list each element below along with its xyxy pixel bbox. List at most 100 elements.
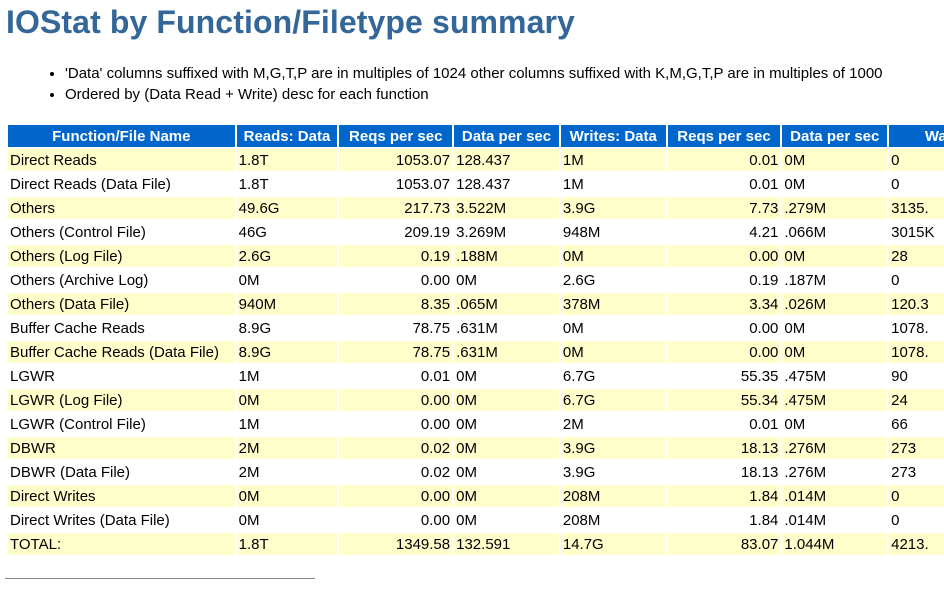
function-name-cell: LGWR (8, 365, 235, 387)
table-cell: 132.591 (454, 533, 559, 555)
table-row: Direct Reads 1.8T 1053.07 128.437 1M 0.01 0M 0 (8, 149, 944, 171)
table-cell: 128.437 (454, 149, 559, 171)
table-cell: 0M (454, 413, 559, 435)
table-cell: 128.437 (454, 173, 559, 195)
table-cell: 3.269M (454, 221, 559, 243)
table-cell: 6.7G (560, 389, 666, 411)
table-cell: .475M (782, 365, 888, 387)
function-name-cell: Others (8, 197, 235, 219)
table-cell: 0M (782, 173, 888, 195)
table-cell: 0.00 (339, 413, 453, 435)
table-cell: 6.7G (560, 365, 666, 387)
table-cell: .187M (782, 269, 888, 291)
table-cell: 24 (889, 389, 944, 411)
note-item: 'Data' columns suffixed with M,G,T,P are… (65, 63, 883, 84)
table-cell: 66 (889, 413, 944, 435)
table-cell: 46G (236, 221, 338, 243)
table-cell: 4.21 (667, 221, 781, 243)
table-cell: 0.02 (339, 437, 453, 459)
function-name-cell: DBWR (8, 437, 235, 459)
table-cell: 209.19 (339, 221, 453, 243)
page-title: IOStat by Function/Filetype summary (6, 4, 575, 40)
table-cell: 18.13 (667, 437, 781, 459)
table-cell: 4213. (889, 533, 944, 555)
table-cell: 55.34 (667, 389, 781, 411)
table-cell: 3.34 (667, 293, 781, 315)
table-cell: 0.01 (667, 413, 781, 435)
table-cell: 0M (236, 389, 338, 411)
table-cell: .066M (782, 221, 888, 243)
table-cell: .014M (782, 509, 888, 531)
table-cell: 0 (889, 149, 944, 171)
table-cell: 1053.07 (339, 149, 453, 171)
table-cell: .188M (454, 245, 559, 267)
table-cell: 3015K (889, 221, 944, 243)
table-cell: 7.73 (667, 197, 781, 219)
table-cell: 28 (889, 245, 944, 267)
table-cell: 18.13 (667, 461, 781, 483)
table-row: Others (Data File) 940M 8.35.065M 378M 3.34.… (8, 293, 944, 315)
function-name-cell: Others (Archive Log) (8, 269, 235, 291)
table-cell: 0M (236, 269, 338, 291)
table-cell: 0.19 (339, 245, 453, 267)
footer-divider (5, 578, 315, 579)
function-name-cell: LGWR (Control File) (8, 413, 235, 435)
notes-list: 'Data' columns suffixed with M,G,T,P are… (0, 63, 883, 105)
table-cell: 0.00 (339, 485, 453, 507)
function-name-cell: Direct Reads (Data File) (8, 173, 235, 195)
table-cell: 3.9G (560, 197, 666, 219)
table-cell: 208M (560, 485, 666, 507)
table-cell: 0 (889, 485, 944, 507)
function-name-cell: Others (Control File) (8, 221, 235, 243)
function-name-cell: Direct Writes (8, 485, 235, 507)
table-cell: 0M (782, 317, 888, 339)
table-row: Buffer Cache Reads (Data File) 8.9G 78.75.… (8, 341, 944, 363)
function-name-cell: Direct Writes (Data File) (8, 509, 235, 531)
table-cell: 55.35 (667, 365, 781, 387)
table-cell: 0.02 (339, 461, 453, 483)
table-cell: 0M (454, 269, 559, 291)
iostat-table-container: Function/File Name Reads: Data Reqs per … (6, 123, 944, 557)
function-name-cell: TOTAL: (8, 533, 235, 555)
table-cell: 208M (560, 509, 666, 531)
table-cell: 0.00 (339, 509, 453, 531)
table-cell: 2M (560, 413, 666, 435)
table-cell: 0M (782, 149, 888, 171)
table-cell: 0.19 (667, 269, 781, 291)
table-cell: .026M (782, 293, 888, 315)
column-header-read-reqs-per-sec: Reqs per sec (339, 125, 453, 147)
column-header-reads-data: Reads: Data (236, 125, 338, 147)
table-row: DBWR 2M 0.02 0M 3.9G 18.13.276M 273 (8, 437, 944, 459)
table-cell: .014M (782, 485, 888, 507)
function-name-cell: Others (Log File) (8, 245, 235, 267)
table-row: LGWR (Control File) 1M 0.00 0M 2M 0.01 0M 66 (8, 413, 944, 435)
table-cell: 3.522M (454, 197, 559, 219)
table-cell: 0M (454, 485, 559, 507)
table-cell: .631M (454, 341, 559, 363)
table-cell: 1.84 (667, 509, 781, 531)
column-header-write-data-per-sec: Data per sec (782, 125, 888, 147)
function-name-cell: Buffer Cache Reads (8, 317, 235, 339)
table-cell: 273 (889, 461, 944, 483)
function-name-cell: Others (Data File) (8, 293, 235, 315)
table-cell: 1M (560, 149, 666, 171)
table-cell: 1078. (889, 341, 944, 363)
table-cell: 1M (236, 365, 338, 387)
table-row: Direct Reads (Data File) 1.8T 1053.07 128.4… (8, 173, 944, 195)
table-cell: 0 (889, 509, 944, 531)
table-cell: 0M (236, 509, 338, 531)
table-cell: 0M (560, 245, 666, 267)
table-cell: 0M (782, 341, 888, 363)
column-header-waits: Waits (889, 125, 944, 147)
note-item: Ordered by (Data Read + Write) desc for … (65, 84, 883, 105)
table-cell: 83.07 (667, 533, 781, 555)
table-cell: 0.00 (667, 317, 781, 339)
table-cell: 0M (782, 245, 888, 267)
table-row: DBWR (Data File) 2M 0.02 0M 3.9G 18.13.276M 27… (8, 461, 944, 483)
table-cell: 8.35 (339, 293, 453, 315)
table-cell: 1053.07 (339, 173, 453, 195)
table-cell: 1.8T (236, 173, 338, 195)
table-cell: 0M (454, 461, 559, 483)
table-cell: .279M (782, 197, 888, 219)
table-row: Others (Control File) 46G 209.19 3.269M 948M… (8, 221, 944, 243)
